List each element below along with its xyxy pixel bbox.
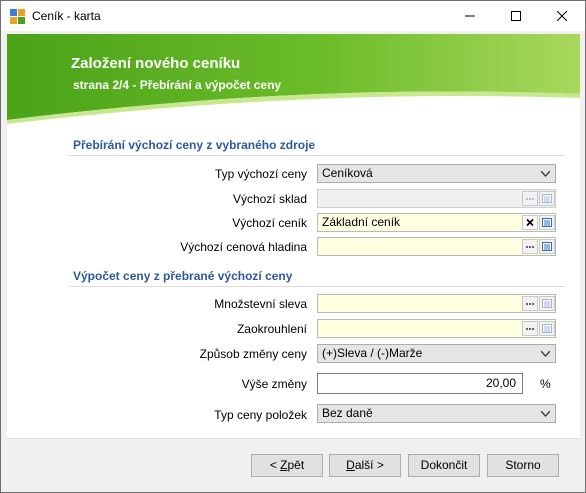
list-icon <box>542 218 552 227</box>
minimize-icon <box>465 15 475 17</box>
close-button[interactable] <box>539 1 585 31</box>
vychozi-cenova-hladina-list-button[interactable] <box>539 239 555 254</box>
header-banner: Založení nového ceníku strana 2/4 - Přeb… <box>7 34 580 131</box>
vychozi-cenik-clear-button[interactable] <box>522 215 538 230</box>
list-icon <box>542 242 552 251</box>
minimize-button[interactable] <box>447 1 493 31</box>
mnozstevni-sleva-list-button[interactable] <box>539 296 555 311</box>
finish-button[interactable]: Dokončit <box>408 454 480 477</box>
label-vyse-zmeny: Výše změny <box>241 377 307 391</box>
app-icon <box>10 9 25 24</box>
vyse-zmeny-input[interactable]: 20,00 <box>317 373 523 394</box>
typ-ceny-polozek-value: Bez daně <box>322 406 373 420</box>
ellipsis-icon <box>526 198 534 200</box>
back-button[interactable]: < Zpět <box>251 454 323 477</box>
wizard-content: Založení nového ceníku strana 2/4 - Přeb… <box>7 34 580 438</box>
vychozi-sklad-ellipsis-button <box>522 191 538 206</box>
zaokrouhleni-list-button[interactable] <box>539 321 555 336</box>
label-vychozi-cenova-hladina: Výchozí cenová hladina <box>180 240 307 254</box>
vychozi-cenik-value: Základní ceník <box>322 215 401 229</box>
vychozi-sklad-list-button <box>539 191 555 206</box>
window-title: Ceník - karta <box>32 9 101 23</box>
maximize-button[interactable] <box>493 1 539 31</box>
typ-vychozi-ceny-select[interactable]: Ceníková <box>317 164 556 183</box>
ellipsis-icon <box>526 328 534 330</box>
typ-vychozi-ceny-value: Ceníková <box>322 166 373 180</box>
label-typ-ceny-polozek: Typ ceny položek <box>214 408 307 422</box>
zpusob-zmeny-ceny-value: (+)Sleva / (-)Marže <box>322 346 423 360</box>
chevron-down-icon <box>541 351 550 357</box>
typ-ceny-polozek-select[interactable]: Bez daně <box>317 404 556 423</box>
zpusob-zmeny-ceny-select[interactable]: (+)Sleva / (-)Marže <box>317 344 556 363</box>
label-typ-vychozi-ceny: Typ výchozí ceny <box>214 167 307 181</box>
page-title: Založení nového ceníku <box>71 55 241 72</box>
close-icon <box>557 11 567 21</box>
label-zpusob-zmeny-ceny: Způsob změny ceny <box>199 347 307 361</box>
maximize-icon <box>511 11 521 21</box>
vychozi-cenik-field[interactable]: Základní ceník <box>317 213 556 232</box>
section-separator <box>69 286 565 287</box>
vyse-zmeny-unit: % <box>540 377 551 391</box>
clear-x-icon <box>526 218 534 227</box>
zaokrouhleni-ellipsis-button[interactable] <box>522 321 538 336</box>
mnozstevni-sleva-field[interactable] <box>317 294 556 313</box>
label-zaokrouhleni: Zaokrouhlení <box>236 322 307 336</box>
chevron-down-icon <box>541 411 550 417</box>
cancel-button[interactable]: Storno <box>487 454 559 477</box>
mnozstevni-sleva-ellipsis-button[interactable] <box>522 296 538 311</box>
vychozi-cenik-list-button[interactable] <box>539 215 555 230</box>
vychozi-cenova-hladina-field[interactable] <box>317 237 556 256</box>
next-button[interactable]: Další > <box>329 454 401 477</box>
footer-separator <box>7 438 580 439</box>
window: Ceník - karta Založení nového ceníku str… <box>0 0 586 493</box>
section-separator <box>69 155 565 156</box>
label-mnozstevni-sleva: Množstevní sleva <box>214 297 307 311</box>
list-icon <box>542 324 552 333</box>
page-subtitle: strana 2/4 - Přebírání a výpočet ceny <box>73 78 282 92</box>
vychozi-cenova-hladina-ellipsis-button[interactable] <box>522 239 538 254</box>
title-bar: Ceník - karta <box>1 1 585 31</box>
ellipsis-icon <box>526 303 534 305</box>
zaokrouhleni-field[interactable] <box>317 319 556 338</box>
label-vychozi-cenik: Výchozí ceník <box>232 216 307 230</box>
chevron-down-icon <box>541 171 550 177</box>
ellipsis-icon <box>526 246 534 248</box>
list-icon <box>542 194 552 203</box>
section-title-calculation: Výpočet ceny z přebrané výchozí ceny <box>73 269 293 283</box>
section-title-source: Přebírání výchozí ceny z vybraného zdroj… <box>73 138 316 152</box>
vychozi-sklad-field <box>317 189 556 208</box>
label-vychozi-sklad: Výchozí sklad <box>232 192 307 206</box>
list-icon <box>542 299 552 308</box>
